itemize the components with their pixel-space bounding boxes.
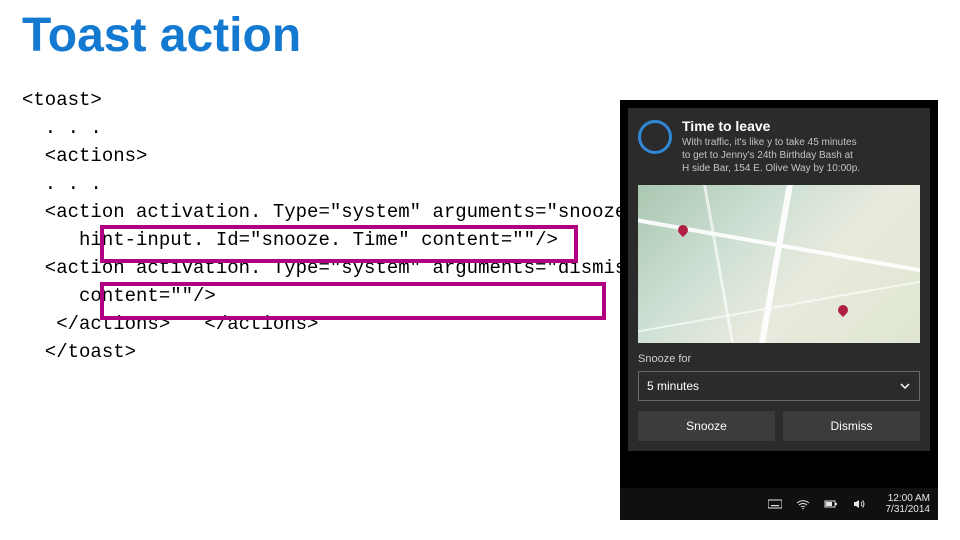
toast-header: Time to leave With traffic, it's like y … [628,108,930,181]
slide-title: Toast action [22,8,301,63]
code-line: </actions> </actions> [22,313,318,335]
screenshot-panel: Time to leave With traffic, it's like y … [620,100,938,520]
snooze-label: Snooze for [638,353,920,365]
code-line: . . . [22,173,102,195]
toast-buttons: Snooze Dismiss [638,411,920,441]
snooze-button[interactable]: Snooze [638,411,775,441]
toast-text: Time to leave With traffic, it's like y … [682,118,860,175]
map-pin-icon [676,223,690,237]
volume-icon[interactable] [852,498,866,510]
code-line: . . . [22,117,102,139]
code-line: </toast> [22,341,136,363]
clock-date: 7/31/2014 [886,504,931,515]
cortana-ring-icon [638,120,672,154]
wifi-icon[interactable] [796,498,810,510]
dismiss-button[interactable]: Dismiss [783,411,920,441]
keyboard-icon[interactable] [768,498,782,510]
snooze-time-select[interactable]: 5 minutes [638,371,920,401]
code-line: <action activation. Type="system" argume… [22,201,638,223]
code-line: hint-input. Id="snooze. Time" content=""… [22,229,558,251]
code-line: <toast> [22,89,102,111]
toast-body: With traffic, it's like y to take 45 min… [682,136,860,175]
toast-body-line: H side Bar, 154 E. Olive Way by 10:00p. [682,162,860,175]
code-line: content=""/> [22,285,216,307]
code-line: <actions> [22,145,147,167]
toast-title: Time to leave [682,118,860,134]
toast-actions-area: Snooze for 5 minutes Snooze Dismiss [628,343,930,451]
clock-time: 12:00 AM [886,493,931,504]
taskbar: 12:00 AM 7/31/2014 [620,488,938,520]
battery-icon[interactable] [824,498,838,510]
snooze-time-value: 5 minutes [647,379,699,393]
system-clock[interactable]: 12:00 AM 7/31/2014 [886,493,931,515]
map-pin-icon [836,303,850,317]
chevron-down-icon [899,380,911,392]
code-block: <toast> . . . <actions> . . . <action ac… [22,86,649,366]
code-line: <action activation. Type="system" argume… [22,257,649,279]
map-image [638,185,920,343]
toast-body-line: With traffic, it's like y to take 45 min… [682,136,860,149]
toast-body-line: to get to Jenny's 24th Birthday Bash at [682,149,860,162]
toast-notification: Time to leave With traffic, it's like y … [628,108,930,451]
